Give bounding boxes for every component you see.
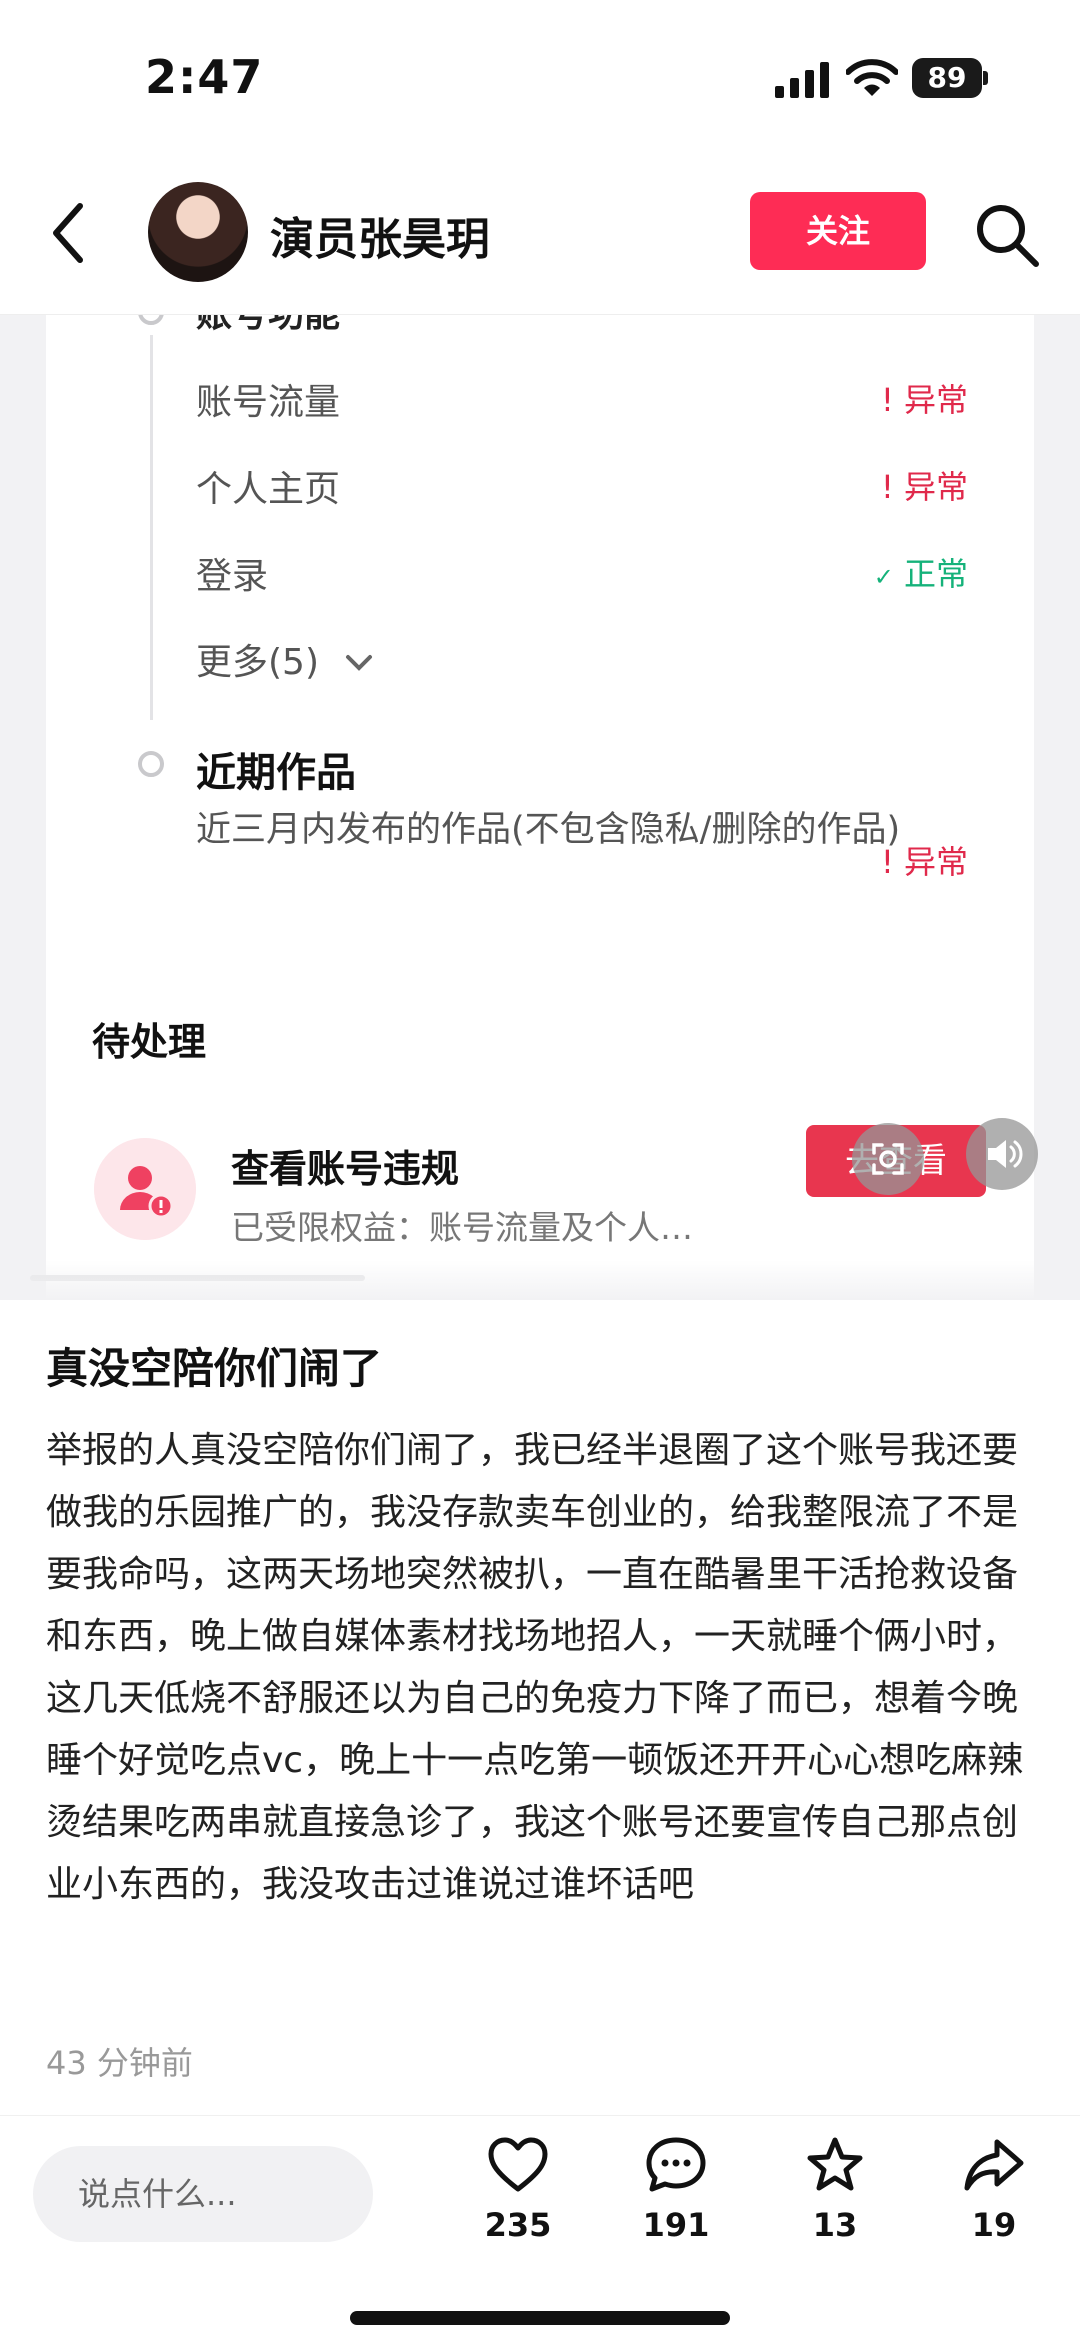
chevron-down-icon <box>346 655 373 671</box>
follow-button[interactable]: 关注 <box>750 192 926 270</box>
more-toggle[interactable]: 更多(5) <box>196 633 374 685</box>
row-status-recent: ! 异常 <box>880 843 968 881</box>
favorite-count: 13 <box>812 2206 858 2244</box>
row-label-traffic: 账号流量 <box>196 382 341 423</box>
back-icon[interactable] <box>44 198 94 268</box>
search-icon[interactable] <box>972 200 1042 270</box>
row-label-login: 登录 <box>196 556 269 597</box>
battery-icon: 89 <box>912 58 988 98</box>
battery-level: 89 <box>912 58 982 98</box>
like-count: 235 <box>484 2206 552 2244</box>
violation-subtitle: 已受限权益：账号流量及个人… <box>231 1208 693 1247</box>
avatar[interactable] <box>148 182 248 282</box>
screenshot-lens-button[interactable] <box>852 1123 924 1195</box>
post-body: 举报的人真没空陪你们闹了，我已经半退圈了这个账号我还要做我的乐园推广的，我没存款… <box>46 1430 1024 1905</box>
star-icon <box>807 2137 863 2191</box>
favorite-button[interactable]: 13 <box>775 2136 895 2244</box>
timeline-dot <box>138 315 164 325</box>
row-status-profile: ! 异常 <box>880 468 968 506</box>
bottom-action-bar: 说点什么... 235 191 13 19 <box>0 2115 1080 2341</box>
timeline-dot <box>138 751 164 777</box>
comment-count: 191 <box>642 2206 710 2244</box>
comment-input[interactable]: 说点什么... <box>33 2146 373 2242</box>
status-bar: 2:47 89 <box>0 0 1080 150</box>
alert-icon: ! <box>880 381 894 419</box>
share-icon <box>964 2139 1024 2191</box>
share-button[interactable]: 19 <box>934 2136 1054 2244</box>
comment-button[interactable]: 191 <box>616 2136 736 2244</box>
recent-works-desc: 近三月内发布的作品(不包含隐私/删除的作品) <box>196 810 901 850</box>
comment-icon <box>646 2137 706 2192</box>
heart-icon <box>488 2137 548 2192</box>
wifi-icon <box>846 59 898 96</box>
top-nav: 演员张昊玥 关注 <box>0 150 1080 315</box>
like-button[interactable]: 235 <box>458 2136 578 2244</box>
screenshot-fade <box>0 1260 1080 1300</box>
status-time: 2:47 <box>145 50 264 104</box>
post-time: 43 分钟前 <box>46 2044 193 2082</box>
row-status-traffic: ! 异常 <box>880 381 968 419</box>
alert-icon: ! <box>880 468 894 506</box>
violation-title[interactable]: 查看账号违规 <box>231 1138 459 1193</box>
embedded-screenshot[interactable]: 账号功能 账号流量 ! 异常 个人主页 ! 异常 登录 ✓ 正常 更多(5) <box>0 315 1080 1300</box>
speaker-icon <box>988 1140 1023 1168</box>
page: 2:47 89 演员张昊玥 关注 账号流量 ! 异常 个人主页 ! 异常 登录 … <box>0 0 1080 2341</box>
account-warning-icon <box>94 1138 196 1240</box>
section-heading: 账号功能 <box>196 315 340 337</box>
pending-card: 待处理 查看账号违规 已受限权益：账号流量及个人… 去查看 <box>46 963 1038 1300</box>
page-title[interactable]: 演员张昊玥 <box>270 203 490 267</box>
check-icon: ✓ <box>873 563 894 591</box>
alert-icon: ! <box>880 843 894 881</box>
post-title: 真没空陪你们闹了 <box>46 1344 383 1393</box>
recent-works-title: 近期作品 <box>196 750 356 796</box>
home-indicator <box>350 2311 730 2325</box>
lens-icon <box>872 1143 904 1175</box>
share-count: 19 <box>971 2206 1017 2244</box>
cellular-signal-icon <box>775 62 829 98</box>
pending-title: 待处理 <box>92 1020 207 1064</box>
account-status-content: 账号功能 账号流量 ! 异常 个人主页 ! 异常 登录 ✓ 正常 更多(5) <box>46 315 1034 925</box>
sound-button[interactable] <box>966 1118 1038 1190</box>
row-status-login: ✓ 正常 <box>873 555 968 593</box>
timeline-line <box>150 335 153 720</box>
row-label-profile: 个人主页 <box>196 469 341 510</box>
